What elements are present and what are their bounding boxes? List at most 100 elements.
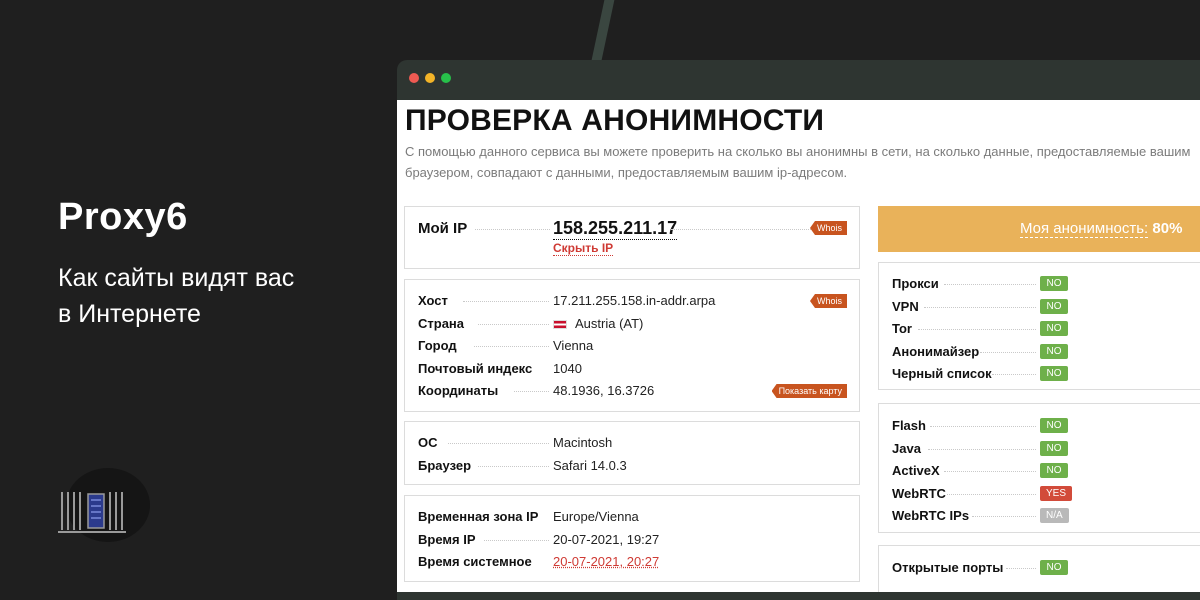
system-card: ОС Macintosh Браузер Safari 14.0.3	[404, 421, 860, 485]
status-badge: NO	[1040, 275, 1068, 291]
dotted-leader	[514, 391, 549, 392]
check-label-open-ports: Открытые порты	[892, 559, 1004, 575]
show-map-button[interactable]: Показать карту	[771, 384, 847, 398]
geo-card: Хост 17.211.255.158.in-addr.arpa Whois С…	[404, 279, 860, 412]
check-label-java: Java	[892, 440, 921, 456]
page-viewport: ПРОВЕРКА АНОНИМНОСТИ С помощью данного с…	[397, 100, 1200, 592]
maximize-window-button[interactable]	[441, 73, 451, 83]
dotted-leader	[478, 466, 549, 467]
check-label-tor: Tor	[892, 320, 912, 336]
check-label-activex: ActiveX	[892, 462, 940, 478]
check-label-anonymizer: Анонимайзер	[892, 343, 980, 359]
check-row: Tor NO	[892, 318, 1200, 338]
check-row: Открытые порты NO	[892, 557, 1200, 577]
whois-button[interactable]: Whois	[809, 221, 847, 235]
status-badge: NO	[1040, 462, 1068, 478]
tagline-line-1: Как сайты видят вас	[58, 264, 295, 292]
country-label: Страна	[418, 315, 465, 331]
dotted-leader	[671, 229, 811, 230]
status-badge: NO	[1040, 417, 1068, 433]
dotted-leader	[478, 324, 549, 325]
check-row: ActiveX NO	[892, 460, 1200, 480]
check-row: VPN NO	[892, 296, 1200, 316]
os-label: ОС	[418, 434, 438, 450]
system-time-label: Время системное	[418, 553, 532, 569]
anonymity-percent: 80%	[1152, 220, 1183, 237]
browser-label: Браузер	[418, 457, 472, 473]
dotted-leader	[448, 443, 549, 444]
check-label-blacklist: Черный список	[892, 365, 992, 381]
check-row: Анонимайзер NO	[892, 341, 1200, 361]
check-row: Черный список NO	[892, 363, 1200, 383]
system-time-value: 20-07-2021, 20:27	[553, 553, 660, 569]
austria-flag-icon	[553, 319, 567, 329]
anonymity-banner: Моя анонимность: 80%	[878, 206, 1200, 252]
browser-value: Safari 14.0.3	[553, 457, 627, 473]
my-ip-label: Мой IP	[418, 220, 468, 237]
check-label-flash: Flash	[892, 417, 926, 433]
city-value: Vienna	[553, 337, 594, 353]
check-label-webrtc: WebRTC	[892, 485, 946, 501]
dotted-leader	[474, 346, 549, 347]
check-row: WebRTC IPs N/A	[892, 505, 1200, 525]
check-row: Flash NO	[892, 415, 1200, 435]
info-row: Время IP 20-07-2021, 19:27	[418, 529, 847, 549]
close-window-button[interactable]	[409, 73, 419, 83]
check-label-vpn: VPN	[892, 298, 919, 314]
os-value: Macintosh	[553, 434, 613, 450]
dotted-leader	[947, 494, 1036, 495]
info-row: ОС Macintosh	[418, 432, 847, 452]
browser-plugins-card: Flash NO Java NO ActiveX NO WebRTC YES W…	[878, 403, 1200, 533]
host-value: 17.211.255.158.in-addr.arpa	[553, 292, 716, 308]
coordinates-label: Координаты	[418, 382, 499, 398]
country-text: Austria (AT)	[575, 315, 644, 331]
city-label: Город	[418, 337, 457, 353]
info-row: Город Vienna	[418, 335, 847, 355]
my-ip-card: Мой IP 158.255.211.17 Скрыть IP Whois	[404, 206, 860, 269]
country-value: Austria (AT)	[553, 316, 643, 331]
status-badge: NO	[1040, 320, 1068, 336]
host-label: Хост	[418, 292, 448, 308]
dotted-leader	[928, 449, 1036, 450]
info-row: Почтовый индекс 1040	[418, 358, 847, 378]
dotted-leader	[944, 471, 1036, 472]
ip-time-label: Время IP	[418, 531, 476, 547]
postal-code-label: Почтовый индекс	[418, 360, 533, 376]
window-controls	[409, 73, 451, 83]
status-badge: NO	[1040, 440, 1068, 456]
status-badge: NO	[1040, 343, 1068, 359]
status-badge: NO	[1040, 365, 1068, 381]
info-row: Страна Austria (AT)	[418, 313, 847, 333]
minimize-window-button[interactable]	[425, 73, 435, 83]
dotted-leader	[484, 540, 549, 541]
anonymity-text[interactable]: Моя анонимность: 80%	[1020, 220, 1183, 238]
dotted-leader	[992, 374, 1036, 375]
dotted-leader	[463, 301, 549, 302]
hide-ip-link[interactable]: Скрыть IP	[553, 241, 614, 256]
check-row: WebRTC YES	[892, 483, 1200, 503]
dotted-leader	[944, 284, 1036, 285]
ip-address: 158.255.211.17	[553, 218, 678, 240]
anonymity-label: Моя анонимность:	[1020, 220, 1149, 238]
dotted-leader	[930, 426, 1036, 427]
coordinates-value: 48.1936, 16.3726	[553, 382, 655, 398]
status-badge: NO	[1040, 298, 1068, 314]
tagline-line-2: в Интернете	[58, 300, 201, 328]
info-row: Время системное 20-07-2021, 20:27	[418, 551, 847, 571]
dotted-leader	[918, 329, 1036, 330]
open-ports-card: Открытые порты NO	[878, 545, 1200, 592]
ip-time-value: 20-07-2021, 19:27	[553, 531, 660, 547]
brand-name: Proxy6	[58, 196, 188, 238]
tagline: Как сайты видят вас в Интернете	[58, 260, 378, 332]
check-label-webrtc-ips: WebRTC IPs	[892, 507, 970, 523]
dotted-leader	[980, 352, 1036, 353]
ip-timezone-label: Временная зона IP	[418, 508, 539, 524]
ip-timezone-value: Europe/Vienna	[553, 508, 639, 524]
info-row: Временная зона IP Europe/Vienna	[418, 506, 847, 526]
check-row: Java NO	[892, 438, 1200, 458]
proxy6-logo	[56, 466, 156, 546]
dotted-leader	[1006, 568, 1036, 569]
page-description: С помощью данного сервиса вы можете пров…	[405, 144, 1191, 180]
info-row: Хост 17.211.255.158.in-addr.arpa	[418, 290, 847, 310]
whois-button[interactable]: Whois	[809, 294, 847, 308]
